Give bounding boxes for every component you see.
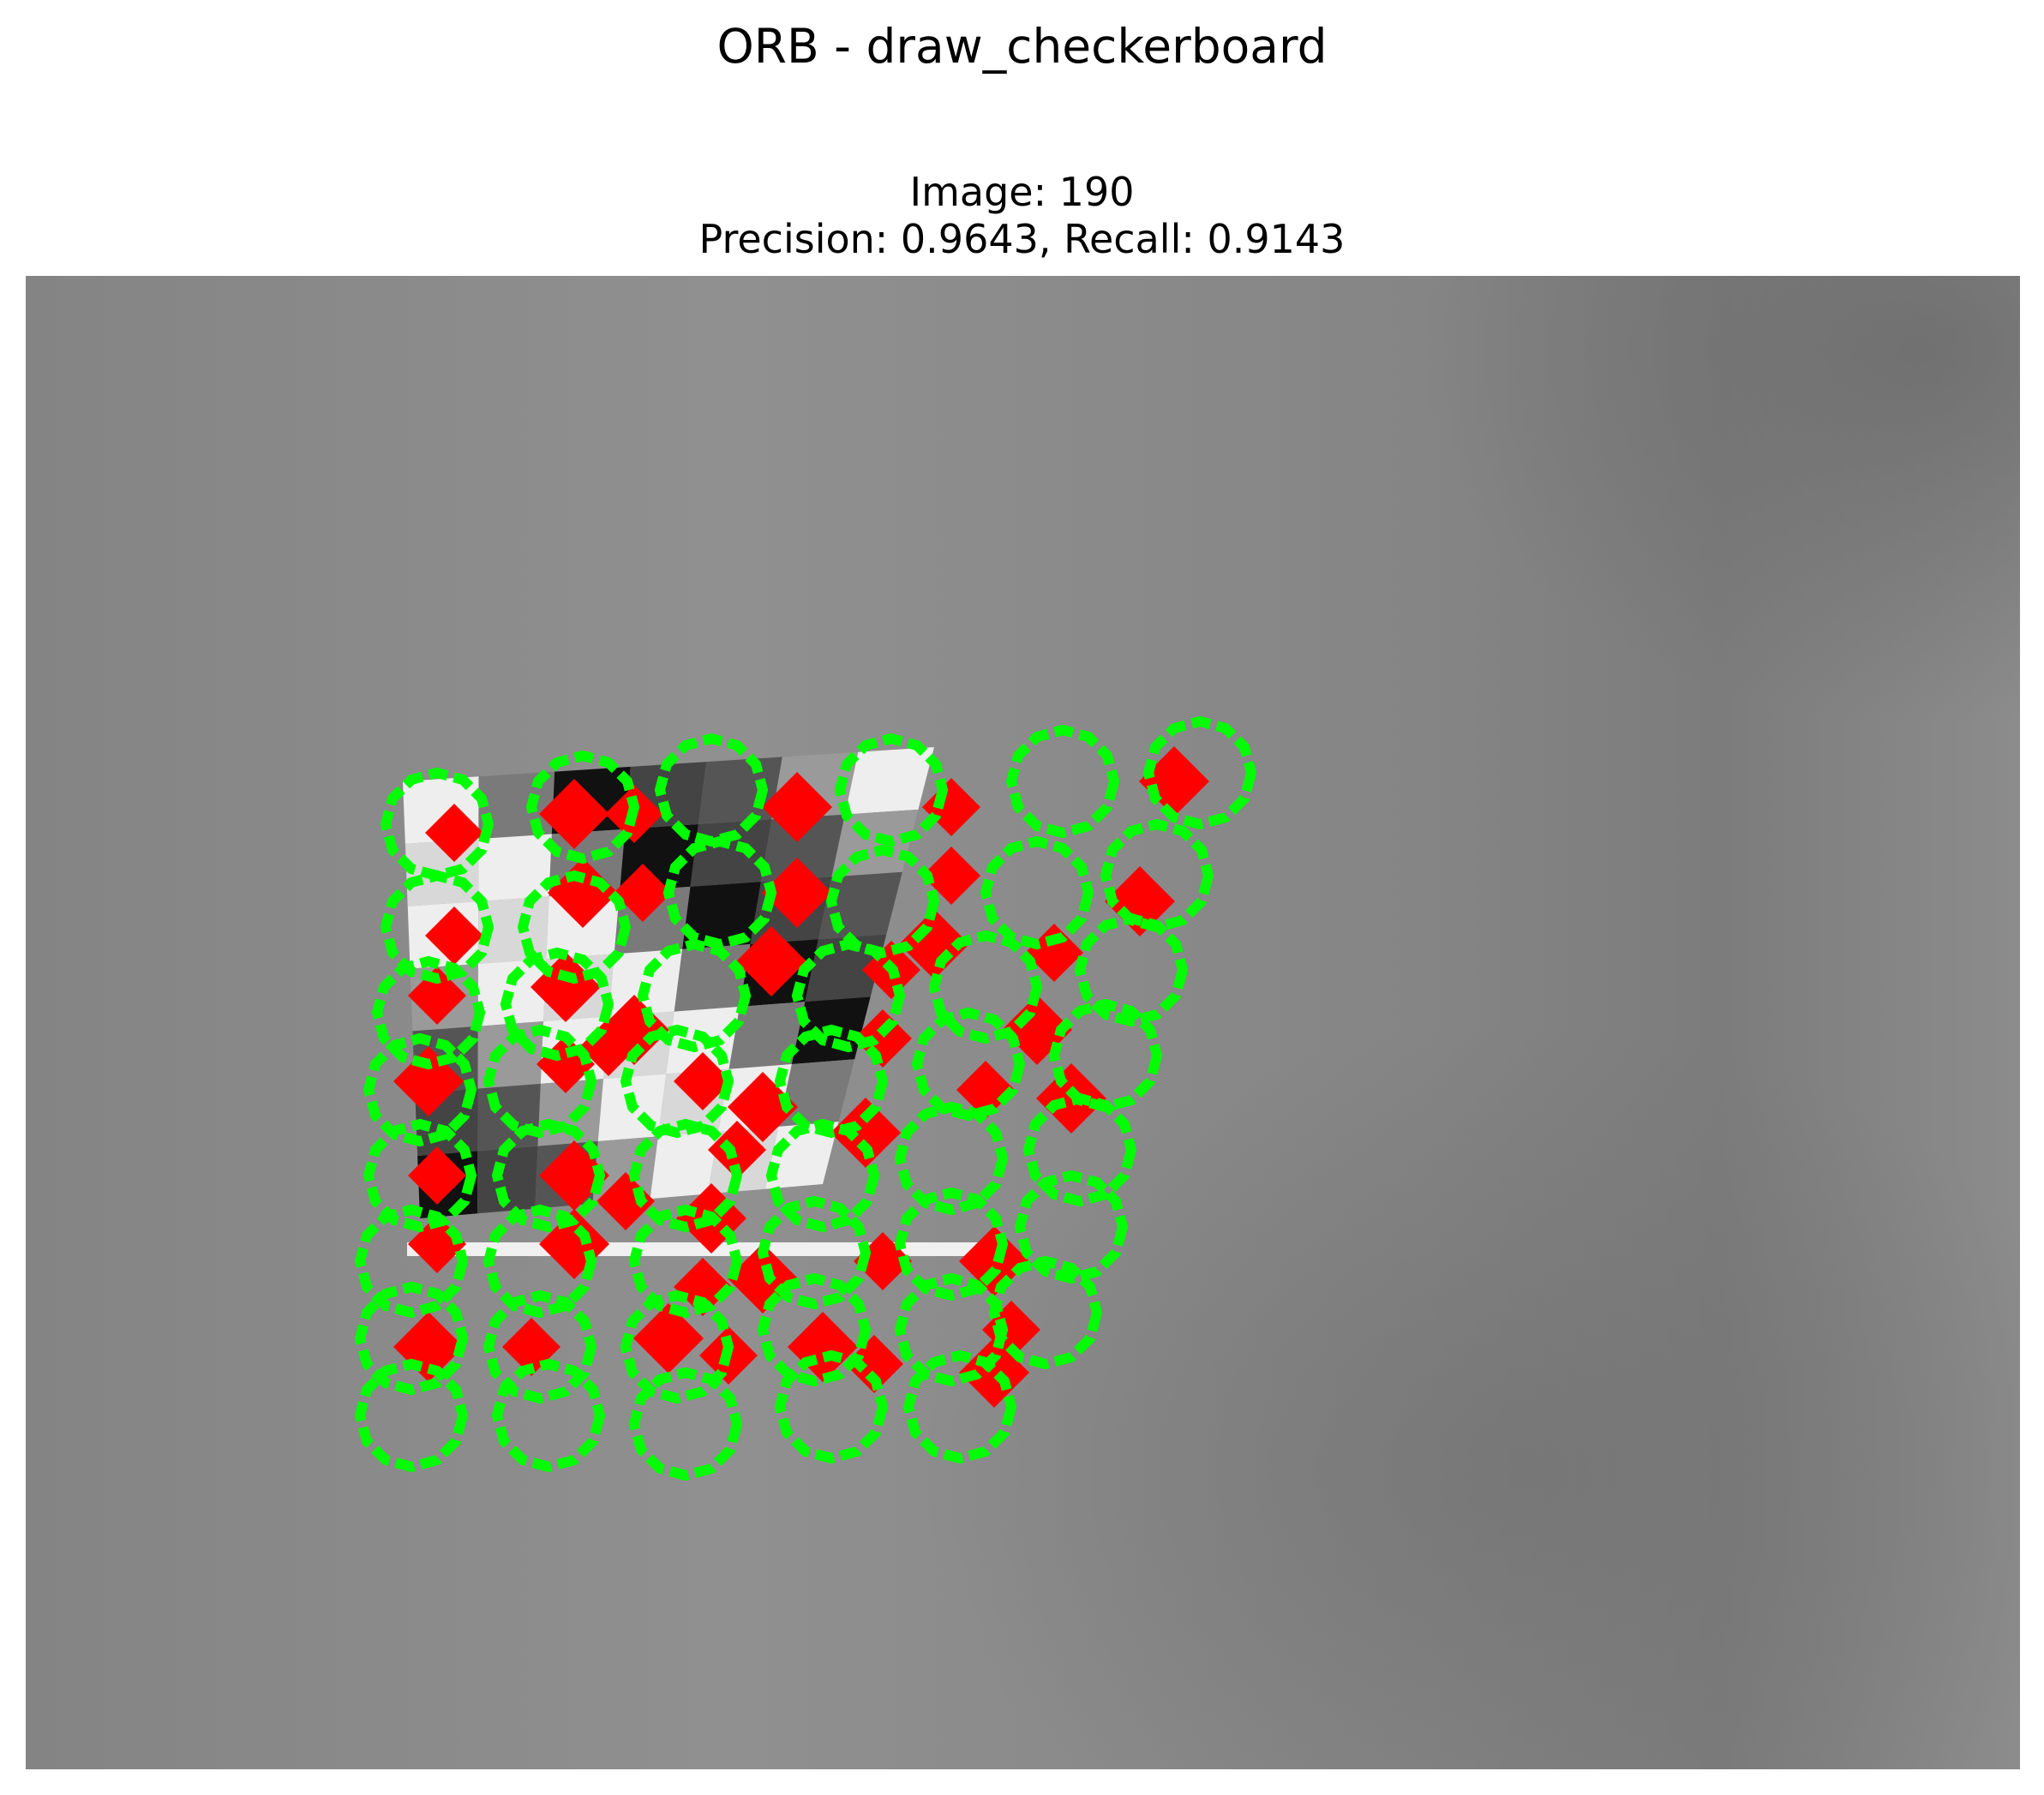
figure-suptitle: ORB - draw_checkerboard bbox=[716, 19, 1328, 74]
metrics-label: Precision: 0.9643, Recall: 0.9143 bbox=[698, 216, 1346, 262]
image-panel bbox=[26, 276, 2020, 1769]
image-label: Image: 190 bbox=[909, 169, 1135, 215]
checker-square bbox=[478, 834, 552, 901]
checker-square bbox=[690, 819, 772, 887]
checkerboard-image bbox=[26, 276, 2020, 1769]
